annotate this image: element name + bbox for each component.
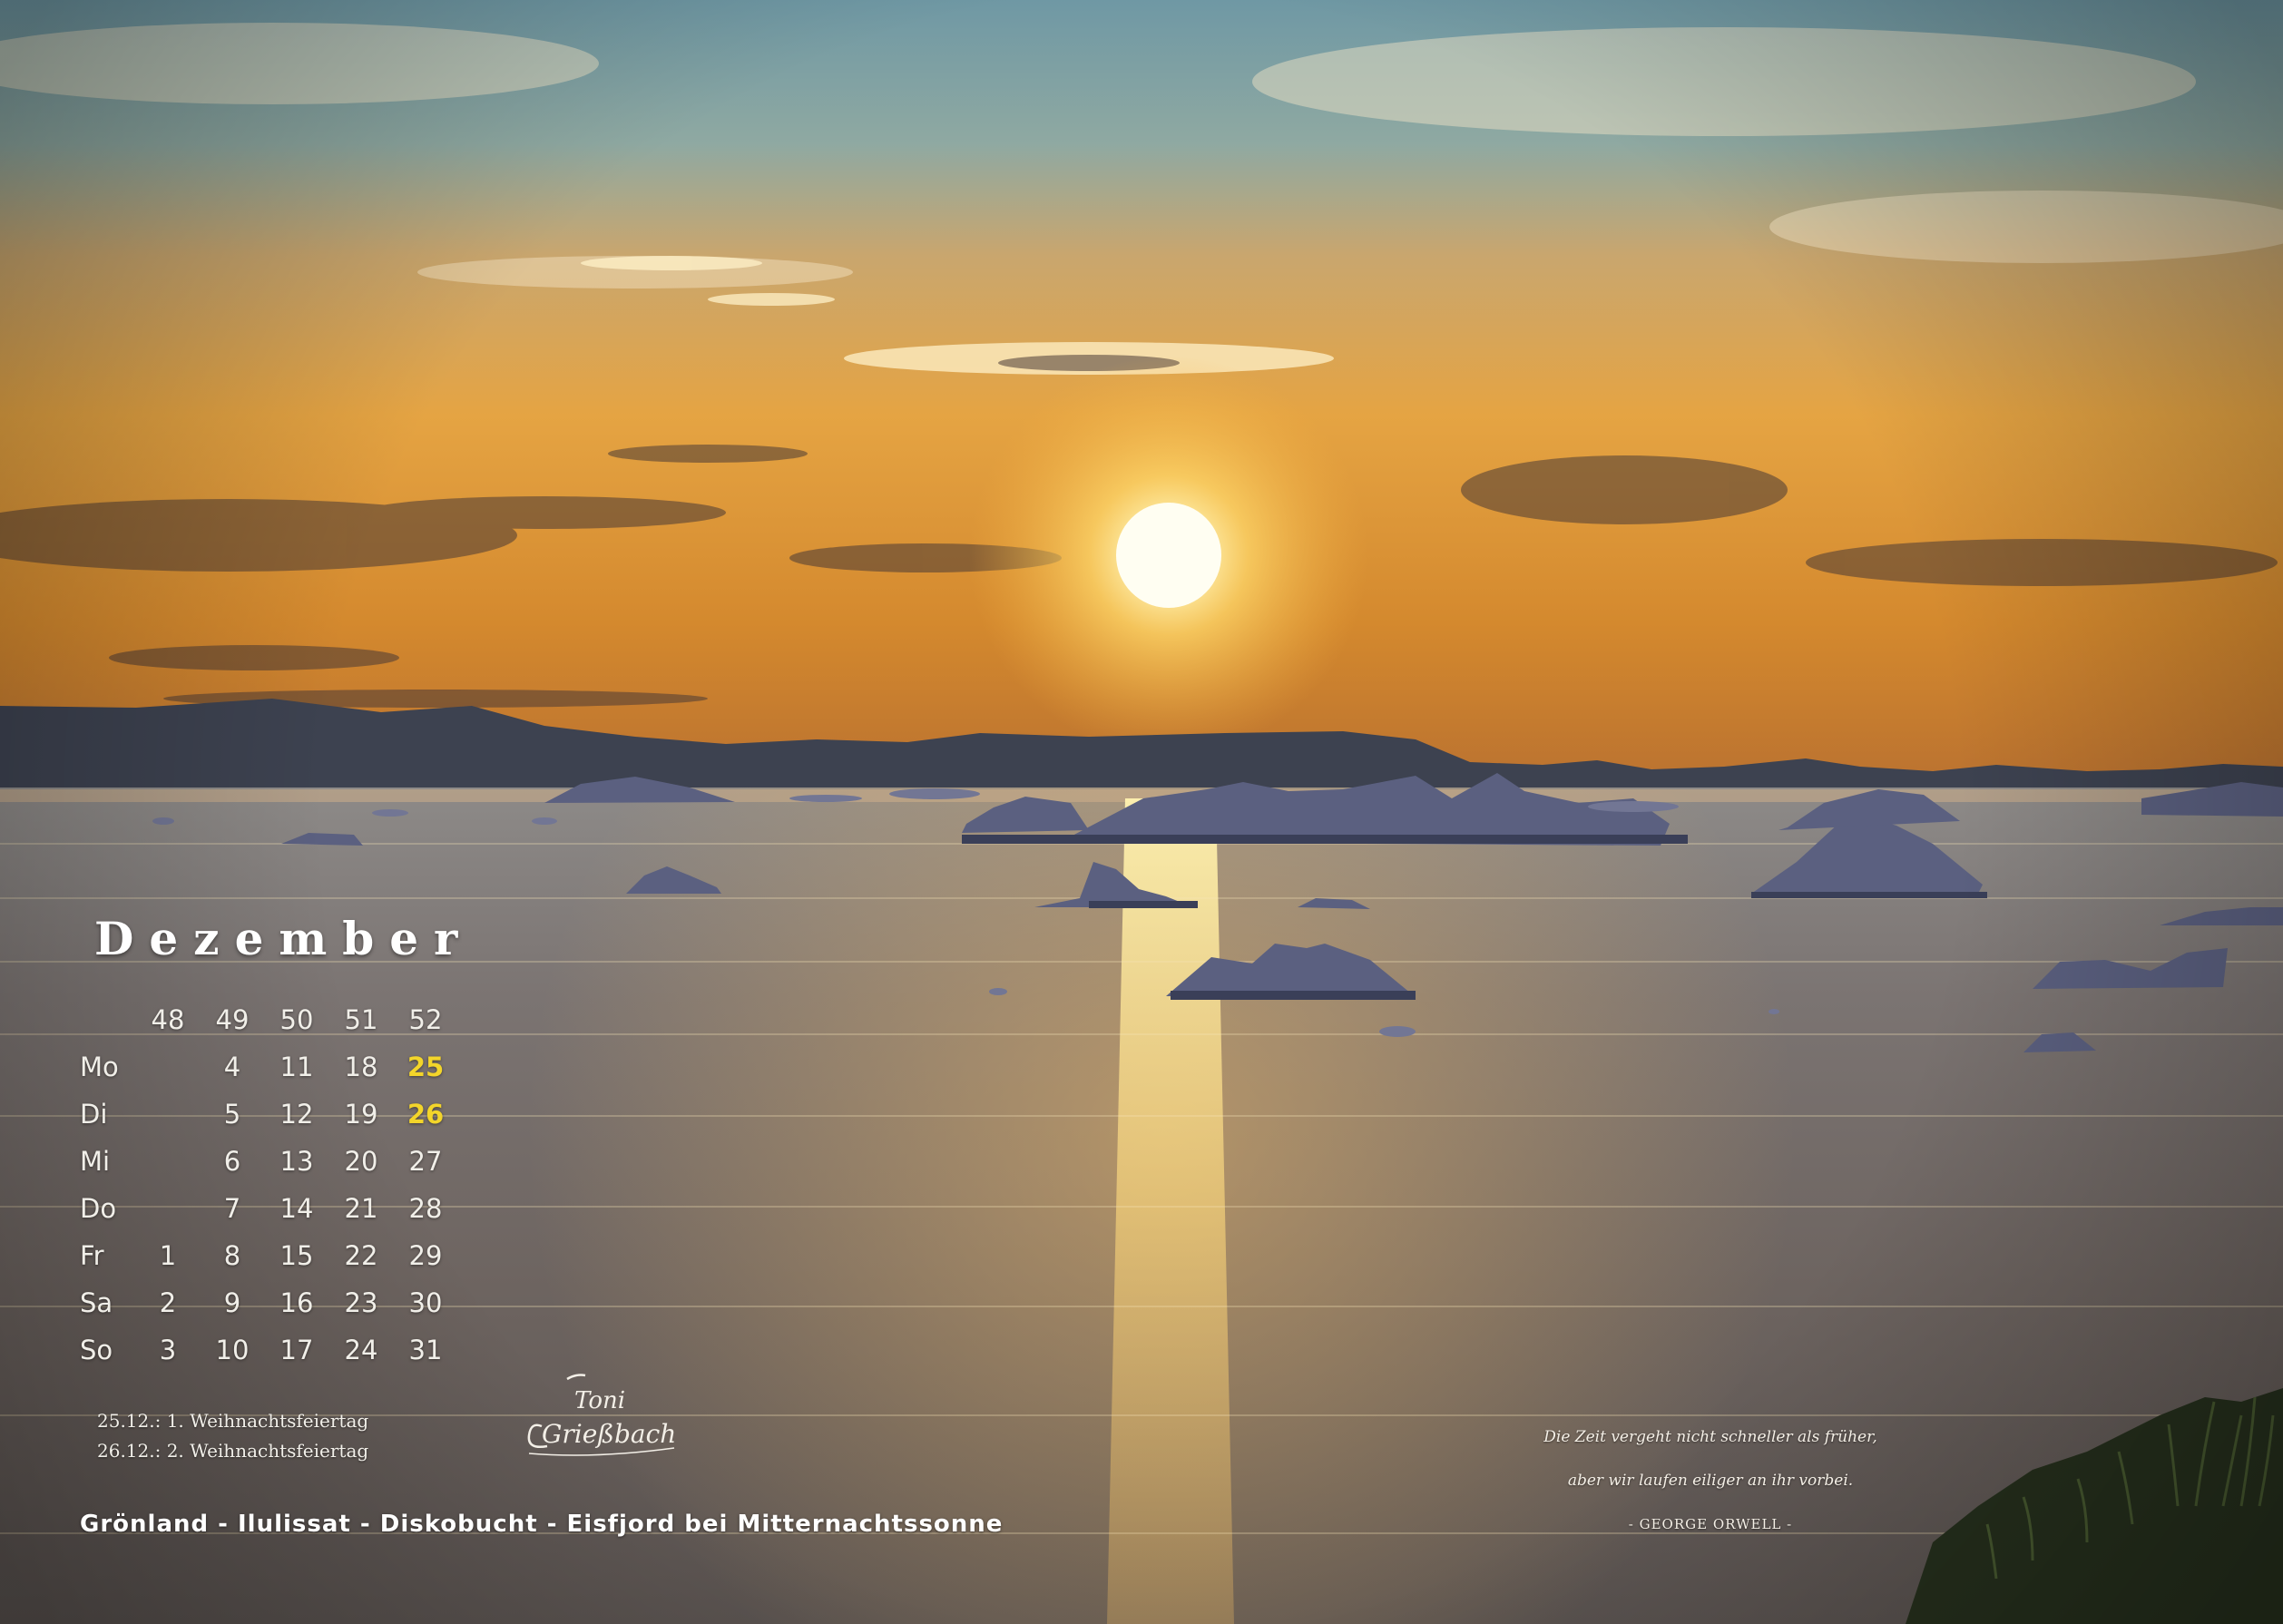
month-title: Dezember: [94, 912, 474, 965]
calendar-date: 27: [408, 1146, 443, 1177]
calendar-date: 14: [279, 1193, 314, 1224]
calendar-date: 11: [279, 1052, 314, 1082]
calendar-date: 4: [223, 1052, 241, 1082]
calendar-date: 23: [344, 1287, 378, 1318]
background-photo: [0, 0, 2283, 1624]
calendar-date: 29: [408, 1240, 443, 1271]
calendar-date: 9: [223, 1287, 241, 1318]
calendar-date: 28: [408, 1193, 443, 1224]
quote-author: - GEORGE ORWELL -: [1628, 1516, 1793, 1532]
quote-line: aber wir laufen eiliger an ihr vorbei.: [1567, 1472, 1854, 1490]
week-number: 48: [151, 1004, 185, 1035]
calendar-date: 7: [223, 1193, 241, 1224]
weekday-label: Fr: [80, 1240, 104, 1271]
calendar-date: 24: [344, 1335, 378, 1365]
photographer-signature: Toni Grießbach: [527, 1374, 676, 1456]
holiday-date: 26: [407, 1099, 445, 1130]
calendar-date: 12: [279, 1099, 314, 1130]
location-caption: Grönland - Ilulissat - Diskobucht - Eisf…: [80, 1511, 1004, 1538]
weekday-label: Sa: [80, 1287, 113, 1318]
calendar-date: 2: [159, 1287, 177, 1318]
calendar-date: 13: [279, 1146, 314, 1177]
week-number: 52: [408, 1004, 443, 1035]
calendar-date: 5: [223, 1099, 241, 1130]
weekday-label: Mi: [80, 1146, 111, 1177]
calendar-date: 3: [159, 1335, 177, 1365]
signature-first-name: Toni: [574, 1387, 625, 1414]
weekday-label: Di: [80, 1099, 108, 1130]
calendar-date: 18: [344, 1052, 378, 1082]
calendar-date: 20: [344, 1146, 378, 1177]
quote-line: Die Zeit vergeht nicht schneller als frü…: [1543, 1428, 1877, 1446]
week-number: 51: [344, 1004, 378, 1035]
week-number: 49: [215, 1004, 250, 1035]
calendar-date: 21: [344, 1193, 378, 1224]
calendar-date: 19: [344, 1099, 378, 1130]
signature-last-name: Grießbach: [542, 1419, 676, 1449]
weekday-label: So: [80, 1335, 113, 1365]
calendar-date: 30: [408, 1287, 443, 1318]
calendar-date: 6: [223, 1146, 241, 1177]
holiday-date: 25: [407, 1052, 445, 1082]
weekday-label: Do: [80, 1193, 117, 1224]
week-number: 50: [279, 1004, 314, 1035]
calendar-date: 31: [408, 1335, 443, 1365]
calendar-date: 22: [344, 1240, 378, 1271]
calendar-date: 15: [279, 1240, 314, 1271]
calendar-date: 16: [279, 1287, 314, 1318]
holiday-line: 26.12.: 2. Weihnachtsfeiertag: [97, 1440, 369, 1462]
calendar-date: 10: [215, 1335, 250, 1365]
holiday-line: 25.12.: 1. Weihnachtsfeiertag: [97, 1410, 369, 1432]
calendar-date: 17: [279, 1335, 314, 1365]
calendar-date: 1: [159, 1240, 177, 1271]
weekday-label: Mo: [80, 1052, 119, 1082]
calendar-date: 8: [223, 1240, 241, 1271]
holidays-note: 25.12.: 1. Weihnachtsfeiertag 26.12.: 2.…: [97, 1406, 368, 1466]
quote-block: Die Zeit vergeht nicht schneller als frü…: [1488, 1415, 1933, 1546]
